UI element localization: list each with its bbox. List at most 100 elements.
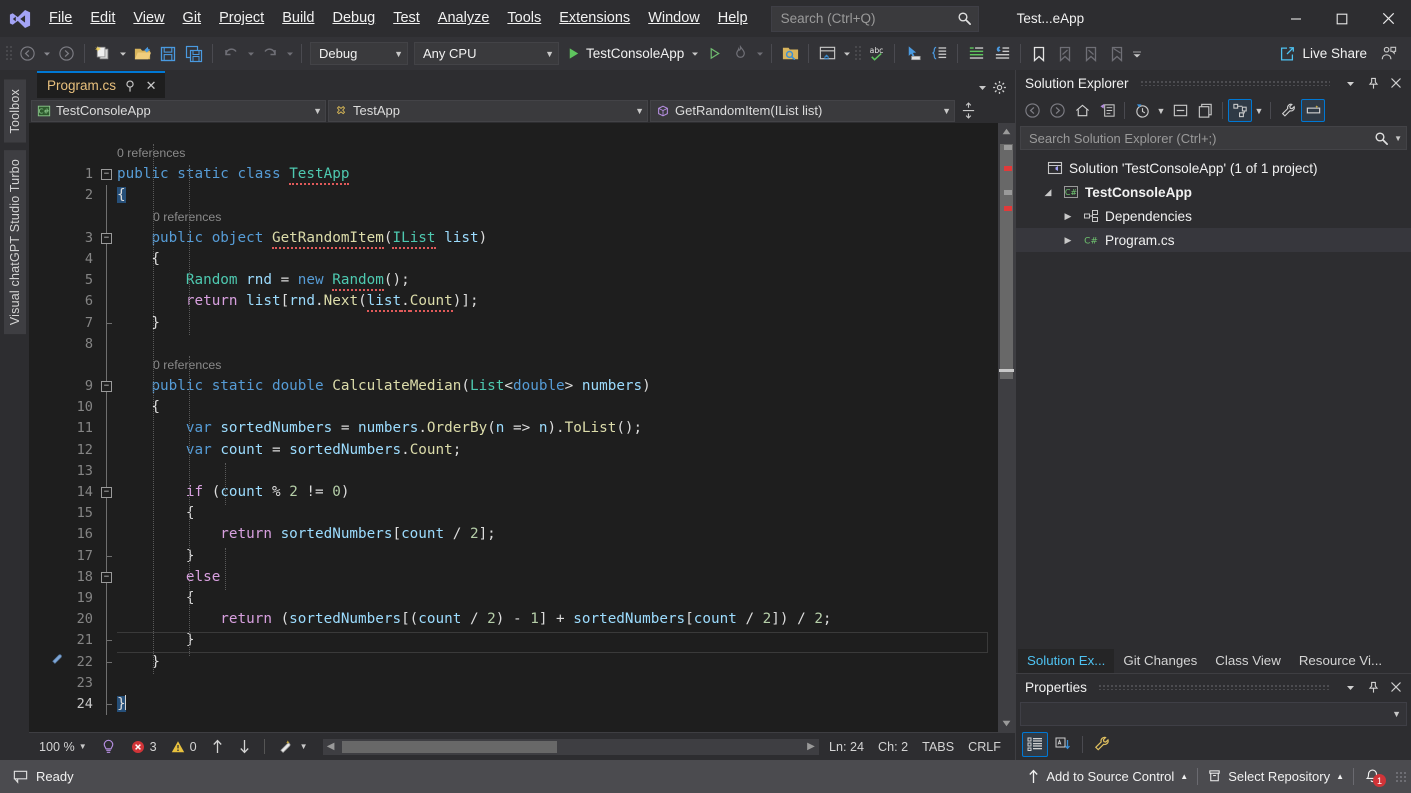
intellicode-icon[interactable] xyxy=(95,736,122,757)
menu-item-edit[interactable]: Edit xyxy=(81,5,124,32)
tree-expander-expanded-icon[interactable]: ◢ xyxy=(1040,187,1056,198)
menu-item-git[interactable]: Git xyxy=(174,5,211,32)
solution-platform-combo[interactable]: Any CPU ▼ xyxy=(414,42,559,65)
drag-handle[interactable] xyxy=(1097,684,1330,690)
chevron-down-icon[interactable] xyxy=(1341,73,1359,93)
collapse-all-icon[interactable] xyxy=(1168,99,1192,122)
hot-reload-icon[interactable] xyxy=(727,41,753,67)
editor-horizontal-scrollbar[interactable]: ◀ ▶ xyxy=(322,738,820,755)
scroll-down-icon[interactable] xyxy=(998,715,1015,732)
chevron-down-icon[interactable]: ▼ xyxy=(1394,134,1402,143)
menu-item-help[interactable]: Help xyxy=(709,5,757,32)
code-line-22[interactable]: } xyxy=(117,652,998,673)
code-line-20[interactable]: return (sortedNumbers[(count / 2) - 1] +… xyxy=(117,609,998,630)
maximize-button[interactable] xyxy=(1319,0,1365,37)
switch-views-icon[interactable] xyxy=(1228,99,1252,122)
code-line-13[interactable] xyxy=(117,461,998,482)
codelens-method1-references[interactable]: 0 references xyxy=(117,207,998,228)
chevron-down-icon[interactable] xyxy=(1341,677,1359,697)
add-to-source-control-button[interactable]: Add to Source Control ▲ xyxy=(1018,763,1197,790)
menu-item-build[interactable]: Build xyxy=(273,5,323,32)
tab-solution-explorer[interactable]: Solution Ex... xyxy=(1018,649,1115,673)
navigate-back-dropdown-icon[interactable] xyxy=(40,41,53,67)
code-line-4[interactable]: { xyxy=(117,249,998,270)
tab-class-view[interactable]: Class View xyxy=(1206,649,1290,673)
tree-item-solution[interactable]: Solution 'TestConsoleApp' (1 of 1 projec… xyxy=(1016,156,1411,180)
navigate-back-icon[interactable] xyxy=(1020,99,1044,122)
fold-toggle-else[interactable]: − xyxy=(99,566,117,588)
code-text-area[interactable]: 0 references public static class TestApp… xyxy=(117,123,998,732)
pending-changes-filter-icon[interactable] xyxy=(1095,99,1119,122)
scrollbar-track[interactable] xyxy=(999,140,1014,715)
tree-expander-collapsed-icon[interactable]: ▶ xyxy=(1060,211,1076,222)
quick-actions-bulb-icon[interactable] xyxy=(50,651,63,664)
fold-toggle-if[interactable]: − xyxy=(99,482,117,504)
horizontal-scrollbar-thumb[interactable] xyxy=(341,740,557,753)
tree-item-dependencies[interactable]: ▶ Dependencies xyxy=(1016,204,1411,228)
collapse-icon[interactable]: − xyxy=(101,487,112,498)
search-icon[interactable] xyxy=(1374,131,1389,146)
code-line-14[interactable]: if (count % 2 != 0) xyxy=(117,482,998,503)
sidebar-item-visual-chatgpt-studio-turbo[interactable]: Visual chatGPT Studio Turbo xyxy=(3,149,26,334)
start-debugging-button[interactable]: TestConsoleApp xyxy=(562,41,688,67)
code-line-11[interactable]: var sortedNumbers = numbers.OrderBy(n =>… xyxy=(117,418,998,439)
spell-check-abc-icon[interactable]: abc xyxy=(863,41,889,67)
navbar-member-combo[interactable]: GetRandomItem(IList list) ▼ xyxy=(650,99,955,122)
menu-item-analyze[interactable]: Analyze xyxy=(429,5,499,32)
outlining-margin[interactable]: − − − − − xyxy=(99,123,117,732)
code-line-17[interactable]: } xyxy=(117,546,998,567)
global-search-box[interactable]: Search (Ctrl+Q) xyxy=(770,5,979,32)
redo-dropdown-icon[interactable] xyxy=(283,41,296,67)
menu-item-debug[interactable]: Debug xyxy=(323,5,384,32)
history-clock-icon[interactable] xyxy=(1130,99,1154,122)
send-feedback-icon[interactable] xyxy=(1375,41,1401,67)
collapse-icon[interactable]: − xyxy=(101,381,112,393)
solution-tree[interactable]: Solution 'TestConsoleApp' (1 of 1 projec… xyxy=(1016,153,1411,645)
select-repository-button[interactable]: Select Repository ▲ xyxy=(1198,763,1353,790)
window-layout-icon[interactable] xyxy=(814,41,840,67)
code-line-24[interactable]: } xyxy=(117,694,998,715)
scroll-left-icon[interactable]: ◀ xyxy=(323,741,339,752)
zoom-level-combo[interactable]: 100 % ▼ xyxy=(35,738,91,756)
hot-reload-dropdown-icon[interactable] xyxy=(753,41,766,67)
line-ending-label[interactable]: CRLF xyxy=(968,740,1001,754)
pointer-select-icon[interactable] xyxy=(900,41,926,67)
code-line-15[interactable]: { xyxy=(117,503,998,524)
properties-wrench-icon[interactable] xyxy=(1089,732,1115,757)
sidebar-item-toolbox[interactable]: Toolbox xyxy=(3,80,26,143)
next-bookmark-icon[interactable] xyxy=(1078,41,1104,67)
close-button[interactable] xyxy=(1365,0,1411,37)
close-icon[interactable] xyxy=(1387,73,1405,93)
new-project-dropdown-icon[interactable] xyxy=(116,41,129,67)
menu-item-project[interactable]: Project xyxy=(210,5,273,32)
categorized-view-icon[interactable] xyxy=(1022,731,1048,757)
gear-icon[interactable] xyxy=(992,80,1007,95)
tab-list-dropdown-icon[interactable] xyxy=(977,82,988,93)
live-share-button[interactable]: Live Share xyxy=(1270,41,1375,67)
indentation-label[interactable]: TABS xyxy=(922,740,954,754)
pin-icon[interactable]: ⚲ xyxy=(123,78,137,94)
code-line-12[interactable]: var count = sortedNumbers.Count; xyxy=(117,440,998,461)
undo-icon[interactable] xyxy=(218,41,244,67)
pin-icon[interactable] xyxy=(1364,677,1382,697)
redo-icon[interactable] xyxy=(257,41,283,67)
undo-dropdown-icon[interactable] xyxy=(244,41,257,67)
home-icon[interactable] xyxy=(1070,99,1094,122)
document-tab-program-cs[interactable]: Program.cs ⚲ ✕ xyxy=(37,71,166,98)
preview-selected-items-icon[interactable] xyxy=(1301,99,1325,122)
previous-bookmark-icon[interactable] xyxy=(1052,41,1078,67)
code-line-9[interactable]: public static double CalculateMedian(Lis… xyxy=(117,376,998,397)
split-view-icon[interactable] xyxy=(957,102,979,119)
warning-count-item[interactable]: 0 xyxy=(166,738,202,756)
chevron-down-icon[interactable]: ▼ xyxy=(1155,99,1167,122)
window-layout-dropdown-icon[interactable] xyxy=(840,41,853,67)
scrollbar-thumb[interactable] xyxy=(1000,144,1013,379)
resize-grip[interactable] xyxy=(1395,770,1407,783)
code-line-18[interactable]: else xyxy=(117,567,998,588)
navbar-project-combo[interactable]: C# TestConsoleApp ▼ xyxy=(31,99,326,122)
code-editor[interactable]: 1 2 3 4 5 6 7 8 9 10 11 12 13 14 15 16 1… xyxy=(29,123,1015,732)
notifications-button[interactable]: 1 xyxy=(1354,762,1391,791)
navigate-forward-icon[interactable] xyxy=(1045,99,1069,122)
menu-item-tools[interactable]: Tools xyxy=(498,5,550,32)
navigate-back-icon[interactable] xyxy=(14,41,40,67)
